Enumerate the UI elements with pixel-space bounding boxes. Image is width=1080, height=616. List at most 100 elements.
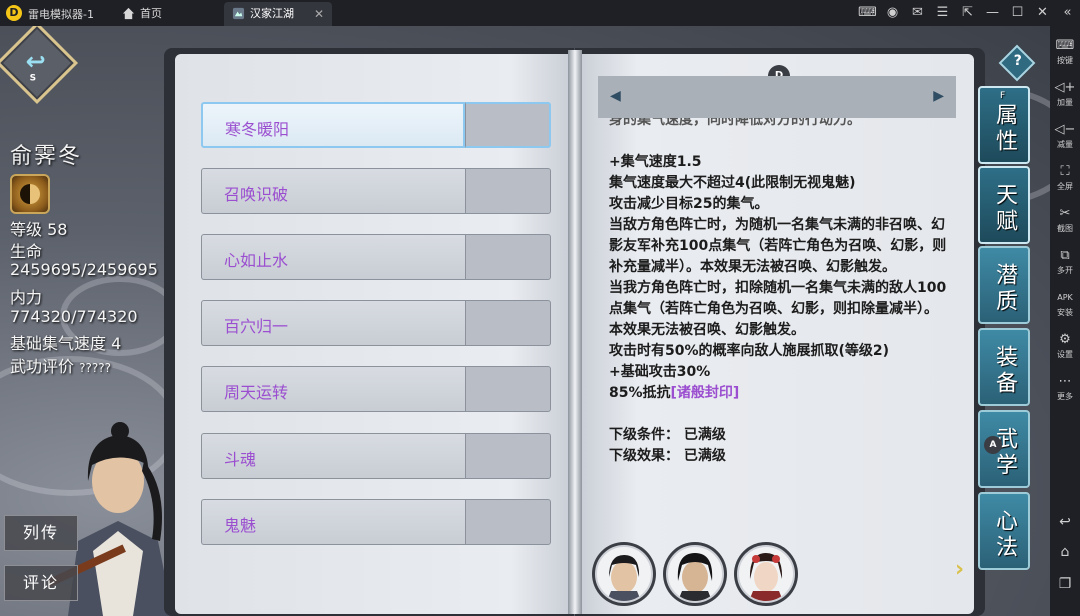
skill-row[interactable]: 心如止水 (201, 234, 551, 280)
tab-label: 心法 (992, 509, 1017, 561)
companion-avatar[interactable] (666, 545, 724, 603)
sect-emblem (10, 174, 50, 214)
skill-row[interactable]: 鬼魅 (201, 499, 551, 545)
app-name: 雷电模拟器-1 (28, 8, 94, 21)
skill-name-box: 召唤识破 (201, 168, 465, 214)
back-hotkey: S (29, 73, 37, 84)
tab-label: 汉家江湖 (250, 7, 294, 20)
skill-row[interactable]: 寒冬暖阳 (201, 102, 551, 148)
fullscreen-icon: ⛶ (1060, 164, 1070, 179)
recent-apps-icon[interactable]: ❐ (1050, 576, 1080, 592)
sidebar-item-keys[interactable]: ⌨ 按键 (1050, 38, 1080, 66)
scissors-icon: ✂ (1059, 206, 1071, 221)
tab-talent[interactable]: 天赋 (978, 166, 1030, 244)
skill-row[interactable]: 周天运转 (201, 366, 551, 412)
avatar-portrait (677, 553, 713, 601)
sidebar-item-more[interactable]: ⋯ 更多 (1050, 374, 1080, 402)
menu-icon[interactable]: ☰ (930, 0, 955, 26)
skill-row[interactable]: 召唤识破 (201, 168, 551, 214)
sidebar-item-multi[interactable]: ⧉ 多开 (1050, 248, 1080, 276)
resist-prefix: 85%抵抗 (609, 385, 671, 401)
companion-avatar[interactable] (737, 545, 795, 603)
next-effect-label: 下级效果： (609, 448, 679, 464)
skill-row[interactable]: 百穴归一 (201, 300, 551, 346)
sidebar-item-install[interactable]: APK 安装 (1050, 290, 1080, 318)
tab-potential[interactable]: 潜质 (978, 246, 1030, 324)
comment-button[interactable]: 评论 (4, 565, 78, 601)
tab-hotkey-f: F (1000, 91, 1006, 101)
mp-label: 内力 (10, 288, 43, 307)
description-header: ◀ ▶ (598, 76, 956, 118)
volume-down-icon: ◁− (1054, 122, 1076, 137)
skill-description: 身的集气速度，同时降低对方的行动力。 +集气速度1.5 集气速度最大不超过4(此… (609, 118, 949, 548)
skill-name-box: 周天运转 (201, 366, 465, 412)
account-icon[interactable]: ◉ (880, 0, 905, 26)
biography-button[interactable]: 列传 (4, 515, 78, 551)
resist-line: 85%抵抗[诸般封印] (609, 383, 949, 404)
sidebar-item-volume-up[interactable]: ◁+ 加量 (1050, 80, 1080, 108)
tab-label: 装备 (992, 345, 1017, 397)
back-button[interactable]: ↩ S (0, 26, 79, 105)
sidebar-item-fullscreen[interactable]: ⛶ 全屏 (1050, 164, 1080, 192)
maximize-icon[interactable]: ☐ (1005, 0, 1030, 26)
back-nav-icon[interactable]: ↩ (1050, 514, 1080, 530)
export-icon[interactable]: ⇱ (955, 0, 980, 26)
multi-instance-icon: ⧉ (1060, 248, 1070, 263)
home-nav-icon[interactable]: ⌂ (1050, 544, 1080, 560)
tab-label: 潜质 (992, 263, 1017, 315)
skill-row[interactable]: 斗魂 (201, 433, 551, 479)
tab-game[interactable]: 汉家江湖 ✕ (224, 2, 332, 26)
skill-name: 斗魂 (224, 450, 257, 469)
skill-slot (465, 433, 551, 479)
help-button[interactable]: ? (998, 44, 1036, 82)
skill-name: 鬼魅 (224, 516, 257, 535)
next-condition-row: 下级条件： 已满级 (609, 425, 949, 446)
skill-name: 周天运转 (224, 383, 289, 402)
emulator-titlebar: D 雷电模拟器-1 首页 汉家江湖 ✕ ⌨ ◉ ✉ ☰ ⇱ — ☐ ✕ « (0, 0, 1080, 26)
close-tab-icon[interactable]: ✕ (314, 2, 324, 26)
description-line: +基础攻击30% (609, 364, 711, 380)
more-icon: ⋯ (1058, 374, 1072, 389)
minimize-icon[interactable]: — (980, 0, 1005, 26)
collapse-sidebar-icon[interactable]: « (1055, 0, 1080, 26)
sidebar-item-screenshot[interactable]: ✂ 截图 (1050, 206, 1080, 234)
sidebar-item-volume-down[interactable]: ◁− 减量 (1050, 122, 1080, 150)
next-page-icon[interactable]: ▶ (933, 88, 944, 104)
next-arrow-icon[interactable]: › (955, 557, 964, 582)
yin-yang-icon (20, 184, 40, 204)
description-line: 集气速度最大不超过4(此限制无视鬼魅) (609, 175, 856, 191)
skill-name-box: 寒冬暖阳 (201, 102, 465, 148)
hp-label: 生命 (10, 242, 43, 261)
skill-name-box: 斗魂 (201, 433, 465, 479)
mail-icon[interactable]: ✉ (905, 0, 930, 26)
tab-attributes[interactable]: F 属性 (978, 86, 1030, 164)
sidebar-item-settings[interactable]: ⚙ 设置 (1050, 332, 1080, 360)
skill-slot (465, 102, 551, 148)
tab-hotkey-a: A (984, 436, 1002, 454)
close-window-icon[interactable]: ✕ (1030, 0, 1055, 26)
companion-avatar[interactable] (595, 545, 653, 603)
skill-name: 召唤识破 (224, 185, 289, 204)
game-tab-icon (232, 7, 245, 20)
description-line: 当敌方角色阵亡时，为随机一名集气未满的非召唤、幻影友军补充100点集气（若阵亡角… (609, 217, 947, 275)
tab-mind-method[interactable]: 心法 (978, 492, 1030, 570)
skill-name-box: 鬼魅 (201, 499, 465, 545)
skill-slot (465, 234, 551, 280)
emulator-logo-icon: D (6, 5, 22, 21)
tab-label: 属性 (992, 103, 1017, 155)
skill-slot (465, 366, 551, 412)
description-line: 攻击减少目标25的集气。 (609, 196, 769, 212)
next-condition-label: 下级条件： (609, 427, 679, 443)
prev-page-icon[interactable]: ◀ (610, 88, 621, 104)
description-line: 当我方角色阵亡时，扣除随机一名集气未满的敌人100点集气（若阵亡角色为召唤、幻影… (609, 280, 947, 338)
tab-home[interactable]: 首页 (114, 2, 219, 26)
charge-speed: 基础集气速度 4 (10, 334, 122, 353)
gamepad-icon[interactable]: ⌨ (855, 0, 880, 26)
seal-link[interactable]: [诸般封印] (671, 385, 740, 401)
tab-equipment[interactable]: 装备 (978, 328, 1030, 406)
skill-name: 心如止水 (224, 251, 289, 270)
book-spine (568, 50, 582, 614)
description-line: +集气速度1.5 (609, 154, 702, 170)
return-arrow-icon: ↩ (25, 47, 46, 76)
tab-label: 首页 (140, 7, 162, 20)
